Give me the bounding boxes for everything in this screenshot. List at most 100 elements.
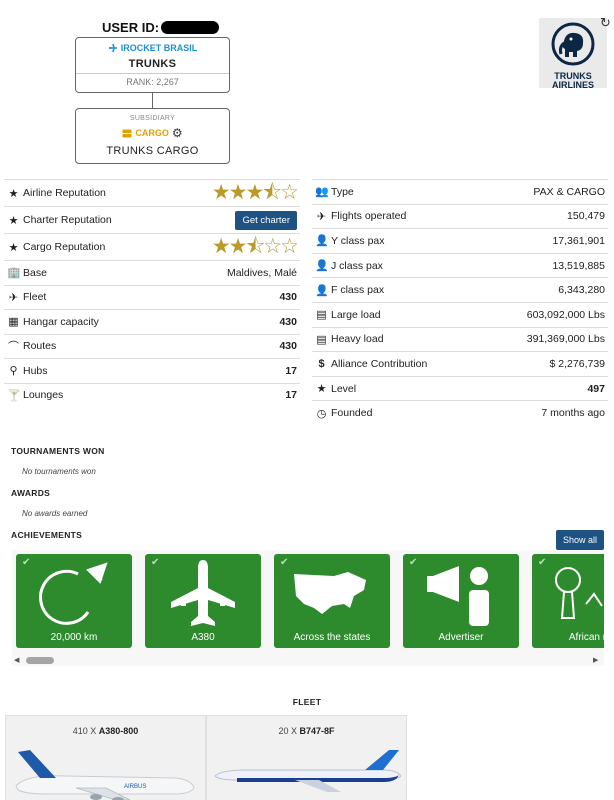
fleet-card-title: 20 X B747-8F xyxy=(278,726,335,736)
stat-row-large-load: ▤ Large load 603,092,000 Lbs xyxy=(312,301,608,327)
airline-reputation-stars: ★★★⯪☆ xyxy=(211,181,299,204)
tournaments-empty-note: No tournaments won xyxy=(22,467,96,476)
building-icon: 🏢 xyxy=(7,267,21,280)
stat-row-airline-reputation: ★ Airline Reputation ★★★⯪☆ xyxy=(4,179,300,206)
a380-icon xyxy=(171,560,235,626)
stat-row-base: 🏢 Base Maldives, Malé xyxy=(4,260,300,285)
svg-text:AIRBUS: AIRBUS xyxy=(124,784,146,790)
clock-icon: ◷ xyxy=(316,407,327,420)
star-icon: ★ xyxy=(8,241,19,254)
a380-aircraft-image: AIRBUS xyxy=(15,750,195,800)
subsidiary-label: SUBSIDIARY xyxy=(129,115,176,122)
baobab-icon xyxy=(555,567,603,619)
stat-row-routes: ⌒ Routes 430 xyxy=(4,333,300,359)
refresh-icon[interactable]: ↻ xyxy=(600,15,611,31)
lounges-value: 17 xyxy=(285,389,297,402)
subsidiary-card[interactable]: SUBSIDIARY CARGO ⚙ TRUNKS CARGO xyxy=(75,108,230,164)
awards-empty-note: No awards earned xyxy=(22,509,88,518)
achievement-name: African m xyxy=(568,632,604,643)
large-load-value: 603,092,000 Lbs xyxy=(526,308,605,321)
person-icon: 👤 xyxy=(315,284,329,297)
achievement-card[interactable]: ✔ A380 xyxy=(145,554,261,648)
user-id-label: USER ID: xyxy=(102,20,160,35)
get-charter-button[interactable]: Get charter xyxy=(235,210,297,230)
route-icon: ⌒ xyxy=(8,341,19,354)
usa-map-icon xyxy=(294,572,366,614)
megaphone-icon xyxy=(427,566,489,626)
airline-stats-left: ★ Airline Reputation ★★★⯪☆ ★ Charter Reput… xyxy=(4,179,300,407)
founded-value: 7 months ago xyxy=(541,407,605,420)
fleet-card-a380[interactable]: 410 X A380-800 AIRBUS xyxy=(5,715,206,800)
gear-icon[interactable]: ⚙ xyxy=(172,126,183,140)
stat-row-type: 👥 Type PAX & CARGO xyxy=(312,179,608,204)
alliance-link[interactable]: IROCKET BRASIL xyxy=(76,43,229,53)
cargo-box-icon xyxy=(122,129,132,137)
stat-row-f-class-pax: 👤 F class pax 6,343,280 xyxy=(312,277,608,302)
fleet-card-title: 410 X A380-800 xyxy=(72,726,139,736)
star-icon: ★ xyxy=(8,214,19,227)
achievement-name: 20,000 km xyxy=(50,632,98,643)
achievements-carousel[interactable]: ✔ 20,000 km ✔ A380 ✔ Across the states ✔… xyxy=(12,550,604,666)
alliance-contribution-value: $ 2,276,739 xyxy=(549,357,605,370)
fleet-title: FLEET xyxy=(292,697,322,707)
pin-icon: ⚲ xyxy=(9,365,18,378)
airline-card: IROCKET BRASIL TRUNKS RANK: 2,267 xyxy=(75,37,230,93)
cargo-icon: ▤ xyxy=(316,309,327,322)
stat-row-founded: ◷ Founded 7 months ago xyxy=(312,400,608,425)
stat-row-y-class-pax: 👤 Y class pax 17,361,901 xyxy=(312,228,608,253)
stat-row-lounges: 🍸 Lounges 17 xyxy=(4,382,300,408)
scroll-right-arrow-icon[interactable]: ▶ xyxy=(593,656,598,664)
stat-row-hangar-capacity: ▦ Hangar capacity 430 xyxy=(4,309,300,334)
achievement-card[interactable]: ✔ 20,000 km xyxy=(16,554,132,648)
tournaments-title: TOURNAMENTS WON xyxy=(11,446,105,456)
stat-row-flights-operated: ✈ Flights operated 150,479 xyxy=(312,203,608,229)
f-class-pax-value: 6,343,280 xyxy=(558,284,605,297)
j-class-pax-value: 13,519,885 xyxy=(552,259,605,272)
stat-row-j-class-pax: 👤 J class pax 13,519,885 xyxy=(312,252,608,278)
achievements-title: ACHIEVEMENTS xyxy=(11,530,83,540)
orbit-plane-icon xyxy=(39,562,108,625)
achievement-card[interactable]: ✔ Across the states xyxy=(274,554,390,648)
level-value: 497 xyxy=(587,382,605,395)
cargo-icon: ▤ xyxy=(316,333,327,346)
airline-name: TRUNKS xyxy=(128,58,177,70)
cargo-reputation-stars: ★★⯪☆☆ xyxy=(211,235,299,258)
y-class-pax-value: 17,361,901 xyxy=(552,234,605,247)
logo-text-line2: AIRLINES xyxy=(551,80,594,90)
hangar-icon: ▦ xyxy=(8,316,19,329)
subsidiary-type-label: CARGO xyxy=(135,128,169,138)
fleet-value: 430 xyxy=(279,291,297,304)
lounge-icon: 🍸 xyxy=(7,389,21,402)
plane-icon xyxy=(108,43,117,53)
routes-value: 430 xyxy=(279,340,297,353)
achievement-card[interactable]: ✔ Advertiser xyxy=(403,554,519,648)
star-icon: ★ xyxy=(8,187,19,200)
stat-row-charter-reputation: ★ Charter Reputation Get charter xyxy=(4,206,300,233)
subsidiary-type: CARGO ⚙ xyxy=(76,126,229,140)
stat-row-fleet: ✈ Fleet 430 xyxy=(4,284,300,310)
person-icon: 👤 xyxy=(315,260,329,273)
fleet-card-b747[interactable]: 20 X B747-8F xyxy=(206,715,407,800)
base-value[interactable]: Maldives, Malé xyxy=(227,267,297,279)
people-icon: 👥 xyxy=(315,186,329,199)
stat-row-level: ★ Level 497 xyxy=(312,375,608,401)
alliance-name: IROCKET BRASIL xyxy=(120,43,198,53)
star-icon: ★ xyxy=(316,383,327,396)
hubs-value: 17 xyxy=(285,364,297,377)
show-all-achievements-button[interactable]: Show all xyxy=(556,530,605,550)
scroll-left-arrow-icon[interactable]: ◀ xyxy=(14,656,19,664)
airline-stats-right: 👥 Type PAX & CARGO ✈ Flights operated 150,… xyxy=(312,179,608,425)
plane-icon: ✈ xyxy=(316,210,327,223)
achievement-name: Across the states xyxy=(293,632,371,643)
person-icon: 👤 xyxy=(315,235,329,248)
hangar-capacity-value: 430 xyxy=(279,315,297,328)
carousel-scrollbar-thumb[interactable] xyxy=(26,657,54,664)
stat-row-heavy-load: ▤ Heavy load 391,369,000 Lbs xyxy=(312,326,608,352)
stat-row-cargo-reputation: ★ Cargo Reputation ★★⯪☆☆ xyxy=(4,233,300,260)
achievement-name: Advertiser xyxy=(438,632,484,643)
subsidiary-name: TRUNKS CARGO xyxy=(106,145,199,157)
airline-logo: TRUNKS AIRLINES xyxy=(539,18,607,90)
hierarchy-connector xyxy=(152,93,153,108)
achievement-card[interactable]: ✔ African m xyxy=(532,554,604,648)
stat-row-hubs: ⚲ Hubs 17 xyxy=(4,358,300,383)
